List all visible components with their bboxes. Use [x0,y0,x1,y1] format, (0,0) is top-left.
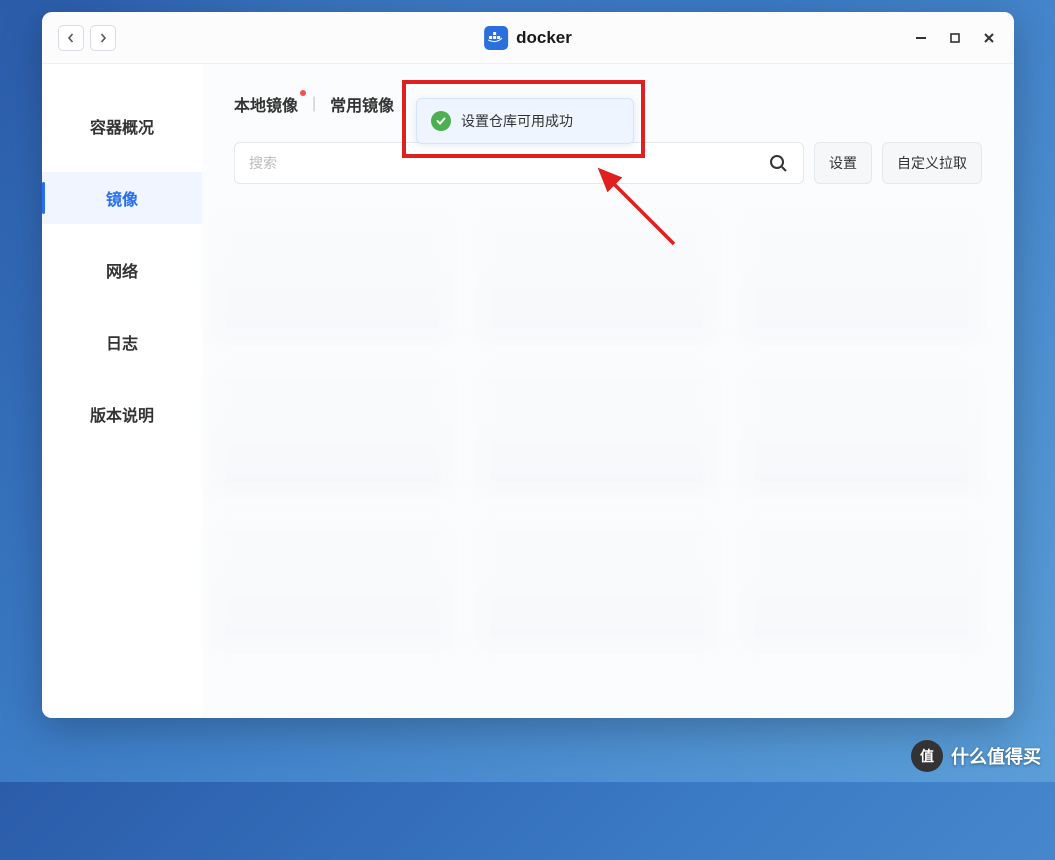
close-button[interactable] [980,29,998,47]
blurred-card [212,212,453,342]
watermark: 值 什么值得买 [911,740,1041,772]
custom-pull-button[interactable]: 自定义拉取 [882,142,982,184]
sidebar: 容器概况 镜像 网络 日志 版本说明 [42,64,202,718]
search-icon [767,152,789,174]
watermark-badge-text: 值 [920,746,934,766]
watermark-text: 什么值得买 [951,743,1041,769]
titlebar: docker [42,12,1014,64]
chevron-right-icon [98,33,108,43]
sidebar-item-logs[interactable]: 日志 [42,316,202,368]
minimize-icon [914,31,928,45]
search-row: 设置 自定义拉取 [234,142,982,184]
back-button[interactable] [58,25,84,51]
blurred-card [741,520,982,650]
app-title: docker [516,28,572,48]
watermark-badge-icon: 值 [911,740,943,772]
search-box[interactable] [234,142,804,184]
tab-common-images[interactable]: 常用镜像 [330,92,394,116]
tab-local-images[interactable]: 本地镜像 [234,92,298,116]
tab-label: 常用镜像 [330,98,394,115]
sidebar-item-images[interactable]: 镜像 [42,172,202,224]
settings-button[interactable]: 设置 [814,142,872,184]
blurred-card [477,366,718,496]
forward-button[interactable] [90,25,116,51]
blurred-card [212,366,453,496]
sidebar-item-container-overview[interactable]: 容器概况 [42,100,202,152]
docker-logo-icon [484,26,508,50]
tab-separator: | [312,95,316,113]
notification-dot-icon [300,90,306,96]
toast-message: 设置仓库可用成功 [461,111,573,131]
minimize-button[interactable] [912,29,930,47]
blurred-card [741,212,982,342]
search-input[interactable] [249,155,767,171]
blurred-card [212,520,453,650]
blurred-card [477,212,718,342]
tab-label: 本地镜像 [234,98,298,115]
sidebar-item-network[interactable]: 网络 [42,244,202,296]
chevron-left-icon [66,33,76,43]
title-center: docker [484,26,572,50]
check-circle-icon [431,111,451,131]
blurred-card [741,366,982,496]
blurred-content-grid [212,204,982,718]
success-toast: 设置仓库可用成功 [416,98,634,144]
maximize-icon [948,31,962,45]
nav-buttons [58,25,116,51]
maximize-button[interactable] [946,29,964,47]
main-content: 本地镜像 | 常用镜像 设置 自定义拉取 [202,64,1014,718]
window-body: 容器概况 镜像 网络 日志 版本说明 本地镜像 | 常用镜像 [42,64,1014,718]
sidebar-item-version-notes[interactable]: 版本说明 [42,388,202,440]
window-controls [912,29,998,47]
blurred-card [477,520,718,650]
close-icon [982,31,996,45]
